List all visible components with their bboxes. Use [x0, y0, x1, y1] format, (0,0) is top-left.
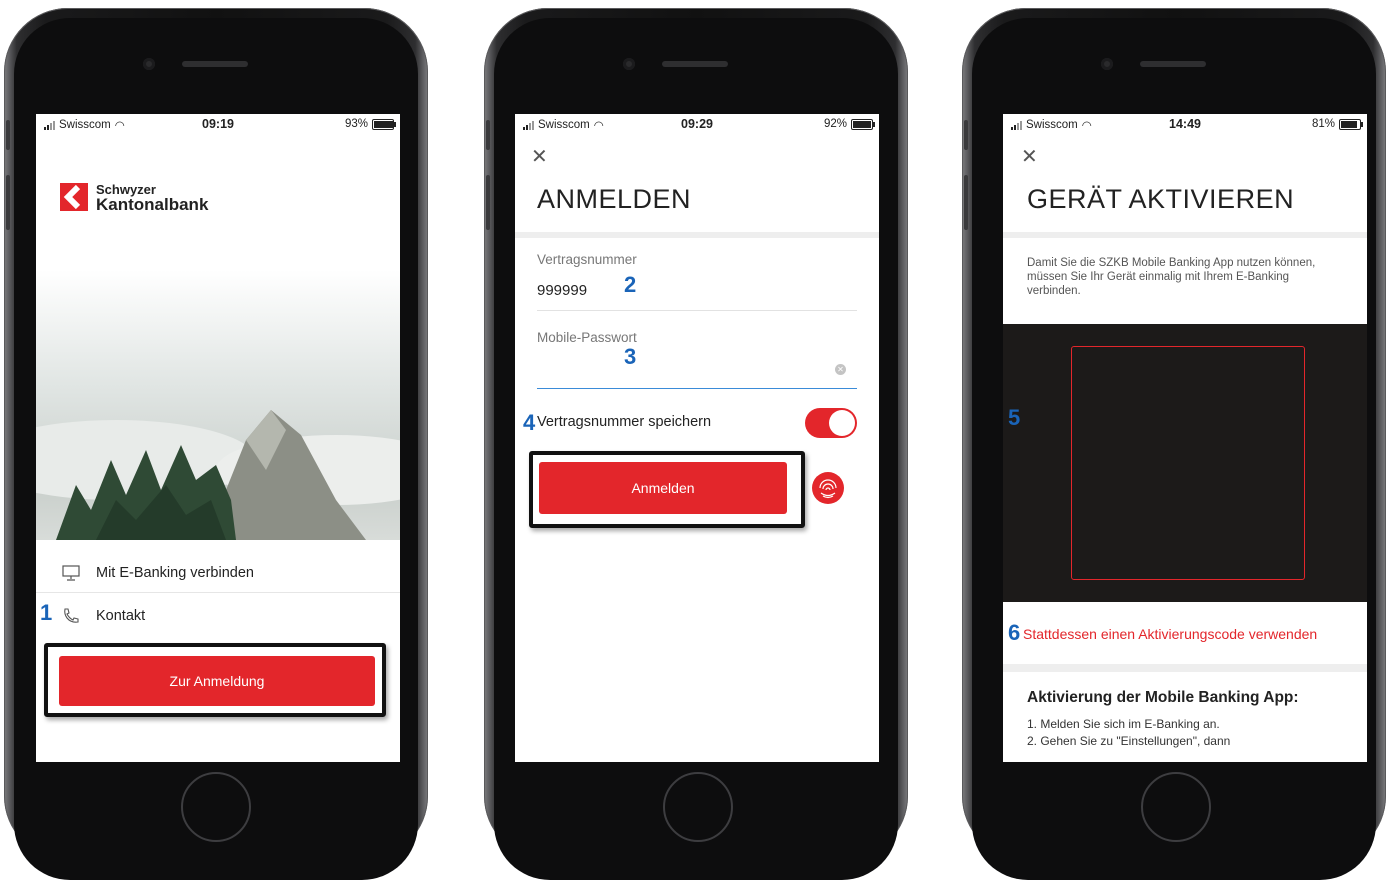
callout-number-4: 4 — [523, 410, 536, 435]
volume-button — [964, 120, 968, 150]
activation-description: Damit Sie die SZKB Mobile Banking App nu… — [1027, 257, 1316, 297]
bank-logo: Schwyzer Kantonalbank — [60, 182, 209, 214]
scan-frame — [1071, 346, 1305, 580]
screen-activate: Swisscom ◠ 14:49 81% ✕ GERÄT AKTIVIEREN D… — [1003, 114, 1367, 762]
mobile-password-input[interactable] — [537, 354, 857, 389]
menu-item-label: Kontakt — [96, 608, 146, 624]
earpiece-speaker — [662, 61, 728, 67]
status-bar: Swisscom ◠ 14:49 81% — [1003, 114, 1367, 136]
callout-number-2: 2 — [624, 272, 637, 297]
volume-button — [6, 175, 10, 230]
callout-number-1: 1 — [40, 600, 53, 625]
mountain-hero-image — [36, 270, 400, 540]
instructions-title: Aktivierung der Mobile Banking App: — [1027, 689, 1299, 706]
password-label: Mobile-Passwort — [537, 330, 637, 345]
home-button[interactable] — [1141, 772, 1211, 842]
volume-button — [964, 175, 968, 230]
screen-login: Swisscom ◠ 09:29 92% ✕ ANMELDEN Vertragsn… — [515, 114, 879, 762]
front-camera — [623, 58, 635, 70]
earpiece-speaker — [1140, 61, 1206, 67]
callout-number-5: 5 — [1008, 405, 1021, 430]
monitor-icon — [62, 565, 80, 581]
callout-highlight-login — [44, 643, 386, 717]
close-icon[interactable]: ✕ — [1021, 144, 1038, 169]
menu-item-label: Mit E-Banking verbinden — [96, 565, 254, 581]
menu-item-kontakt[interactable]: Kontakt — [36, 598, 400, 634]
battery-percent: 93% — [344, 118, 368, 130]
contract-label: Vertragsnummer — [537, 252, 637, 267]
volume-button — [6, 120, 10, 150]
status-bar: Swisscom ◠ 09:29 92% — [515, 114, 879, 136]
use-activation-code-link[interactable]: Stattdessen einen Aktivierungscode verwe… — [1023, 626, 1317, 642]
battery-percent: 92% — [823, 118, 847, 130]
save-contract-label: Vertragsnummer speichern — [537, 414, 712, 430]
toggle-knob — [829, 410, 855, 436]
fingerprint-icon[interactable] — [811, 471, 845, 505]
battery-percent: 81% — [1311, 118, 1335, 130]
save-contract-toggle[interactable] — [805, 408, 857, 438]
contract-underline — [537, 310, 857, 311]
callout-highlight-anmelden — [529, 451, 805, 528]
home-button[interactable] — [663, 772, 733, 842]
callout-number-3: 3 — [624, 344, 637, 369]
clear-input-icon[interactable]: ✕ — [835, 364, 846, 375]
page-title: GERÄT AKTIVIEREN — [1027, 184, 1295, 214]
szkb-logo-icon — [60, 183, 88, 211]
header-divider — [515, 232, 879, 238]
battery-icon — [851, 118, 875, 130]
qr-scanner-view[interactable] — [1003, 324, 1367, 602]
home-button[interactable] — [181, 772, 251, 842]
status-bar: Swisscom ◠ 09:19 93% — [36, 114, 400, 136]
battery-icon — [372, 118, 396, 130]
volume-button — [486, 120, 490, 150]
battery-icon — [1339, 118, 1363, 130]
front-camera — [143, 58, 155, 70]
earpiece-speaker — [182, 61, 248, 67]
logo-line-2: Kantonalbank — [96, 195, 209, 214]
contract-number-input[interactable]: 999999 — [537, 282, 587, 299]
instruction-step: 2. Gehen Sie zu "Einstellungen", dann — [1027, 734, 1231, 748]
volume-button — [486, 175, 490, 230]
phone-icon — [64, 608, 79, 623]
callout-number-6: 6 — [1008, 620, 1021, 645]
close-icon[interactable]: ✕ — [531, 144, 548, 169]
header-divider — [1003, 232, 1367, 238]
instruction-step: 1. Melden Sie sich im E-Banking an. — [1027, 717, 1220, 731]
page-title: ANMELDEN — [537, 184, 692, 214]
front-camera — [1101, 58, 1113, 70]
menu-item-ebanking[interactable]: Mit E-Banking verbinden — [36, 554, 400, 593]
section-divider — [1003, 664, 1367, 672]
